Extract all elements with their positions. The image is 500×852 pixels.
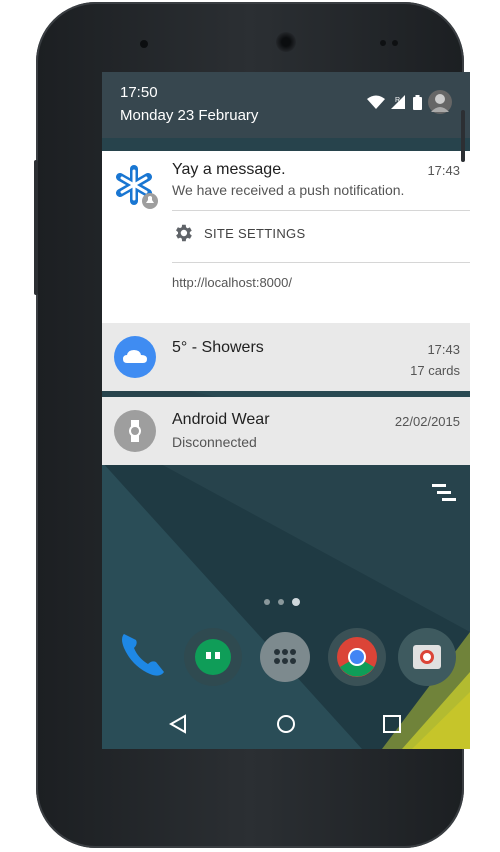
gear-icon bbox=[176, 224, 192, 242]
chrome-icon[interactable] bbox=[328, 628, 386, 686]
status-date: Monday 23 February bbox=[120, 107, 259, 124]
notification-detail: 17 cards bbox=[410, 363, 460, 378]
divider bbox=[172, 210, 470, 211]
notification-title: Yay a message. bbox=[172, 161, 286, 178]
power-button bbox=[34, 160, 38, 295]
notification-title: 5° - Showers bbox=[172, 339, 264, 356]
home-icon[interactable] bbox=[276, 714, 296, 734]
avatar[interactable] bbox=[428, 90, 452, 114]
site-settings-label: SITE SETTINGS bbox=[204, 225, 306, 241]
status-icons: R bbox=[367, 90, 452, 114]
phone-frame: 17:50 Monday 23 February R Yay a message… bbox=[36, 2, 470, 848]
hangouts-icon[interactable] bbox=[184, 628, 242, 686]
back-icon[interactable] bbox=[168, 714, 188, 734]
status-time: 17:50 bbox=[120, 84, 158, 101]
clear-all-icon[interactable] bbox=[432, 484, 458, 504]
signal-icon: R bbox=[391, 95, 405, 109]
notification-body: We have received a push notification. bbox=[172, 182, 405, 198]
notification-body: Disconnected bbox=[172, 434, 257, 450]
volume-button bbox=[461, 110, 465, 162]
notification-title: Android Wear bbox=[172, 411, 270, 428]
page-indicator bbox=[264, 598, 300, 606]
wifi-icon bbox=[367, 95, 385, 109]
phone-icon[interactable] bbox=[116, 628, 168, 680]
battery-icon bbox=[413, 94, 422, 110]
svg-text:R: R bbox=[395, 97, 400, 104]
sensor bbox=[380, 40, 386, 46]
notification-time: 17:43 bbox=[427, 163, 460, 178]
notification-origin: http://localhost:8000/ bbox=[172, 275, 292, 290]
notification-time: 22/02/2015 bbox=[394, 414, 460, 429]
page-dot-active bbox=[292, 598, 300, 606]
notification-weather[interactable]: 5° - Showers 17:43 17 cards bbox=[102, 323, 470, 391]
divider bbox=[172, 262, 470, 263]
recents-icon[interactable] bbox=[382, 714, 402, 734]
screen: 17:50 Monday 23 February R Yay a message… bbox=[102, 72, 470, 749]
page-dot bbox=[264, 599, 270, 605]
navigation-bar bbox=[102, 702, 470, 749]
page-dot bbox=[278, 599, 284, 605]
photos-icon[interactable] bbox=[398, 628, 456, 686]
front-camera bbox=[140, 40, 148, 48]
sensor bbox=[392, 40, 398, 46]
speaker-grille bbox=[276, 32, 296, 52]
site-settings-button[interactable]: SITE SETTINGS bbox=[172, 222, 305, 244]
cloud-icon bbox=[114, 336, 156, 378]
notification-time: 17:43 bbox=[427, 342, 460, 357]
asterisk-icon bbox=[116, 165, 158, 209]
status-bar: 17:50 Monday 23 February R bbox=[102, 72, 470, 138]
watch-icon bbox=[114, 410, 156, 452]
notification-android-wear[interactable]: Android Wear 22/02/2015 Disconnected bbox=[102, 397, 470, 465]
app-drawer-icon[interactable] bbox=[260, 632, 310, 682]
